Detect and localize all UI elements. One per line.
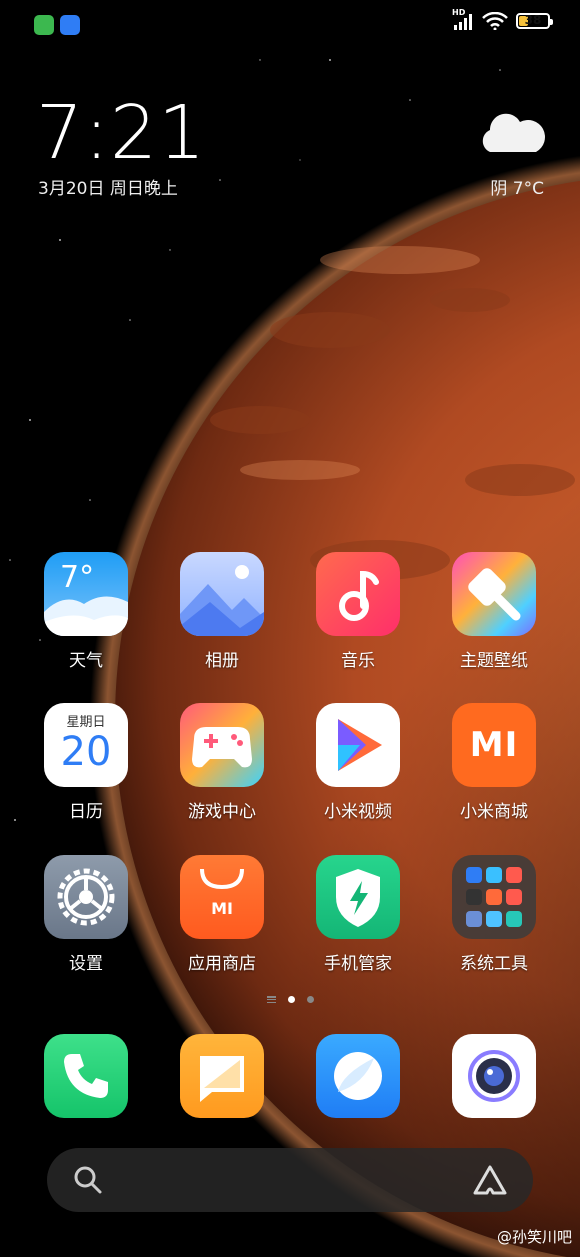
- wifi-icon: [482, 12, 508, 30]
- dock-phone[interactable]: [26, 1034, 146, 1118]
- browser-icon: [316, 1034, 400, 1118]
- dock-browser[interactable]: [298, 1034, 418, 1118]
- weather-icon: 7°: [44, 552, 128, 636]
- calendar-day: 20: [60, 729, 112, 775]
- app-label: 系统工具: [460, 954, 528, 974]
- settings-icon: [44, 855, 128, 939]
- battery-text: 38: [524, 13, 542, 27]
- app-label: 小米商城: [460, 802, 528, 822]
- app-label: 音乐: [341, 651, 375, 671]
- app-calendar[interactable]: 星期日 20 日历: [26, 703, 146, 822]
- app-label: 游戏中心: [188, 802, 256, 822]
- phone-icon: [44, 1034, 128, 1118]
- calendar-icon: 星期日 20: [44, 703, 128, 787]
- status-icons: HD 38: [452, 8, 553, 30]
- game-center-icon: [180, 703, 264, 787]
- app-themes[interactable]: 主题壁纸: [434, 552, 554, 671]
- signal-icon: HD: [452, 8, 474, 30]
- calendar-weekday: 星期日: [66, 715, 106, 730]
- mi-logo: MI: [211, 899, 233, 918]
- messages-icon: [180, 1034, 264, 1118]
- music-icon: [316, 552, 400, 636]
- mi-store-icon: MI: [452, 703, 536, 787]
- weather-summary[interactable]: 阴 7°C: [490, 174, 544, 199]
- notification-app-icon: [60, 15, 80, 35]
- app-video[interactable]: 小米视频: [298, 703, 418, 822]
- app-music[interactable]: 音乐: [298, 552, 418, 671]
- cloud-icon[interactable]: [476, 110, 546, 154]
- app-label: 设置: [69, 954, 103, 974]
- assistant-icon[interactable]: [473, 1165, 507, 1195]
- search-bar[interactable]: [47, 1148, 533, 1212]
- search-icon[interactable]: [73, 1165, 103, 1195]
- security-icon: [316, 855, 400, 939]
- gallery-icon: [180, 552, 264, 636]
- app-security[interactable]: 手机管家: [298, 855, 418, 974]
- app-mi-store[interactable]: MI 小米商城: [434, 703, 554, 822]
- notification-app-icon: [34, 15, 54, 35]
- clock-date[interactable]: 3月20日 周日晚上: [38, 174, 178, 199]
- page-dot[interactable]: [306, 996, 314, 1003]
- video-icon: [316, 703, 400, 787]
- themes-icon: [452, 552, 536, 636]
- app-game-center[interactable]: 游戏中心: [162, 703, 282, 822]
- app-label: 应用商店: [188, 954, 256, 974]
- battery-icon: 38: [516, 13, 553, 29]
- tools-folder-icon: [452, 855, 536, 939]
- app-label: 天气: [69, 651, 103, 671]
- app-settings[interactable]: 设置: [26, 855, 146, 974]
- watermark: @孙笑川吧: [496, 1228, 572, 1246]
- app-gallery[interactable]: 相册: [162, 552, 282, 671]
- mi-logo: MI: [469, 725, 519, 765]
- app-app-store[interactable]: MI 应用商店: [162, 855, 282, 974]
- page-indicator[interactable]: [0, 996, 580, 1003]
- app-label: 相册: [205, 651, 239, 671]
- app-store-icon: MI: [180, 855, 264, 939]
- camera-icon: [452, 1034, 536, 1118]
- page-dot-current[interactable]: [287, 996, 295, 1003]
- app-label: 日历: [69, 802, 103, 822]
- dock-camera[interactable]: [434, 1034, 554, 1118]
- dock-messages[interactable]: [162, 1034, 282, 1118]
- app-label: 手机管家: [324, 954, 392, 974]
- app-list-indicator-icon[interactable]: [266, 996, 276, 1003]
- app-weather[interactable]: 7° 天气: [26, 552, 146, 671]
- app-label: 小米视频: [324, 802, 392, 822]
- app-tools-folder[interactable]: 系统工具: [434, 855, 554, 974]
- app-label: 主题壁纸: [460, 651, 528, 671]
- clock-time[interactable]: 7:21: [36, 90, 206, 176]
